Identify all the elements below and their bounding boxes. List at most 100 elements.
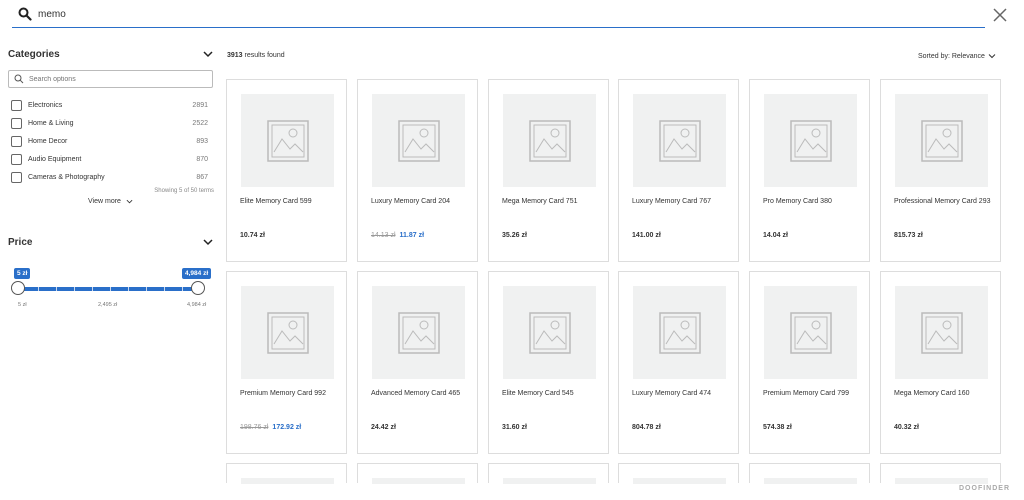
product-image[interactable]: [241, 94, 334, 187]
image-placeholder-icon: [528, 311, 571, 354]
options-search-input[interactable]: [29, 73, 199, 85]
slider-tick: [164, 287, 165, 291]
checkbox[interactable]: [11, 153, 22, 165]
sort-dropdown[interactable]: Sorted by: Relevance: [918, 52, 996, 60]
category-option[interactable]: Home Decor 893: [8, 132, 214, 150]
product-image[interactable]: [633, 286, 726, 379]
product-image[interactable]: [895, 478, 988, 484]
product-card[interactable]: Luxury Memory Card 474 804.78 zł: [618, 271, 739, 454]
product-card[interactable]: Mega Memory Card 751 35.26 zł: [488, 79, 609, 262]
product-image[interactable]: [633, 94, 726, 187]
product-price: 35.26 zł: [502, 232, 527, 239]
view-more-button[interactable]: View more: [88, 198, 133, 205]
product-image[interactable]: [372, 286, 465, 379]
product-card[interactable]: Elite Memory Card 599 10.74 zł: [226, 79, 347, 262]
chevron-down-icon[interactable]: [202, 236, 214, 248]
product-name[interactable]: Mega Memory Card 751: [502, 196, 602, 207]
chevron-down-icon: [988, 54, 996, 59]
product-image[interactable]: [764, 478, 857, 484]
search-input[interactable]: [38, 4, 938, 24]
max-price-bubble: 4,984 zł: [182, 268, 212, 279]
view-more-row: Showing 5 of 50 terms View more: [8, 186, 214, 210]
options-search-field[interactable]: [8, 70, 213, 88]
image-placeholder-icon: [266, 311, 309, 354]
product-name[interactable]: Elite Memory Card 545: [502, 388, 602, 399]
product-card[interactable]: [749, 463, 870, 484]
image-placeholder-icon: [528, 119, 571, 162]
product-card[interactable]: [880, 463, 1001, 484]
category-option[interactable]: Audio Equipment 870: [8, 150, 214, 168]
product-card[interactable]: Luxury Memory Card 204 14.13 zł 11.87 zł: [357, 79, 478, 262]
product-card[interactable]: Mega Memory Card 160 40.32 zł: [880, 271, 1001, 454]
max-price-handle[interactable]: [191, 281, 205, 295]
checkbox[interactable]: [11, 171, 22, 183]
slider-tick: [110, 287, 111, 291]
product-name[interactable]: Premium Memory Card 799: [763, 388, 863, 399]
product-name[interactable]: Mega Memory Card 160: [894, 388, 994, 399]
product-card[interactable]: [357, 463, 478, 484]
slider-tick: [182, 287, 183, 291]
product-name[interactable]: Pro Memory Card 380: [763, 196, 863, 207]
brand-logo: DOOFINDER: [959, 485, 1010, 492]
product-price: 10.74 zł: [240, 232, 265, 239]
product-card[interactable]: Pro Memory Card 380 14.04 zł: [749, 79, 870, 262]
categories-facet-header[interactable]: Categories: [8, 42, 214, 66]
checkbox[interactable]: [11, 117, 22, 129]
price-facet-header[interactable]: Price: [8, 230, 214, 254]
showing-terms-text: Showing 5 of 50 terms: [154, 188, 214, 194]
price-range-slider[interactable]: 5 zł 4,984 zł 5 zł 2,495 zł 4,984 zł: [8, 254, 214, 314]
product-image[interactable]: [633, 478, 726, 484]
product-image[interactable]: [241, 478, 334, 484]
product-name[interactable]: Premium Memory Card 992: [240, 388, 340, 399]
product-name[interactable]: Elite Memory Card 599: [240, 196, 340, 207]
category-option[interactable]: Cameras & Photography 867: [8, 168, 214, 186]
product-name[interactable]: Luxury Memory Card 204: [371, 196, 471, 207]
product-card[interactable]: Advanced Memory Card 465 24.42 zł: [357, 271, 478, 454]
product-image[interactable]: [764, 94, 857, 187]
image-placeholder-icon: [789, 119, 832, 162]
search-icon: [18, 7, 32, 21]
product-image[interactable]: [503, 286, 596, 379]
product-image[interactable]: [895, 94, 988, 187]
product-card[interactable]: Luxury Memory Card 767 141.00 zł: [618, 79, 739, 262]
product-image[interactable]: [895, 286, 988, 379]
category-option[interactable]: Home & Living 2522: [8, 114, 214, 132]
product-image[interactable]: [503, 94, 596, 187]
product-price-block: 14.13 zł 11.87 zł: [371, 232, 424, 239]
category-label: Cameras & Photography: [28, 173, 105, 181]
old-price: 198.76 zł: [240, 424, 269, 431]
category-count: 867: [196, 173, 208, 181]
category-option[interactable]: Electronics 2891: [8, 96, 214, 114]
product-price-block: 31.60 zł: [502, 424, 527, 431]
product-name[interactable]: Professional Memory Card 293: [894, 196, 994, 207]
product-price: 815.73 zł: [894, 232, 923, 239]
product-card[interactable]: Elite Memory Card 545 31.60 zł: [488, 271, 609, 454]
chevron-down-icon[interactable]: [202, 48, 214, 60]
product-image[interactable]: [241, 286, 334, 379]
product-card[interactable]: Premium Memory Card 799 574.38 zł: [749, 271, 870, 454]
product-card[interactable]: [618, 463, 739, 484]
product-price: 141.00 zł: [632, 232, 661, 239]
min-price-handle[interactable]: [11, 281, 25, 295]
product-price-block: 10.74 zł: [240, 232, 265, 239]
category-list: Electronics 2891 Home & Living 2522 Home…: [8, 96, 214, 186]
product-image[interactable]: [372, 94, 465, 187]
scale-max-label: 4,984 zł: [187, 302, 207, 308]
image-placeholder-icon: [397, 119, 440, 162]
product-name[interactable]: Luxury Memory Card 474: [632, 388, 732, 399]
sale-price: 172.92 zł: [272, 424, 302, 431]
product-image[interactable]: [372, 478, 465, 484]
category-label: Home & Living: [28, 119, 74, 127]
product-image[interactable]: [503, 478, 596, 484]
product-name[interactable]: Advanced Memory Card 465: [371, 388, 471, 399]
checkbox[interactable]: [11, 135, 22, 147]
product-card[interactable]: Premium Memory Card 992 198.76 zł 172.92 z…: [226, 271, 347, 454]
product-card[interactable]: [226, 463, 347, 484]
slider-track[interactable]: [16, 287, 198, 291]
close-icon[interactable]: [990, 5, 1010, 25]
product-card[interactable]: Professional Memory Card 293 815.73 zł: [880, 79, 1001, 262]
product-image[interactable]: [764, 286, 857, 379]
checkbox[interactable]: [11, 99, 22, 111]
product-name[interactable]: Luxury Memory Card 767: [632, 196, 732, 207]
product-card[interactable]: [488, 463, 609, 484]
